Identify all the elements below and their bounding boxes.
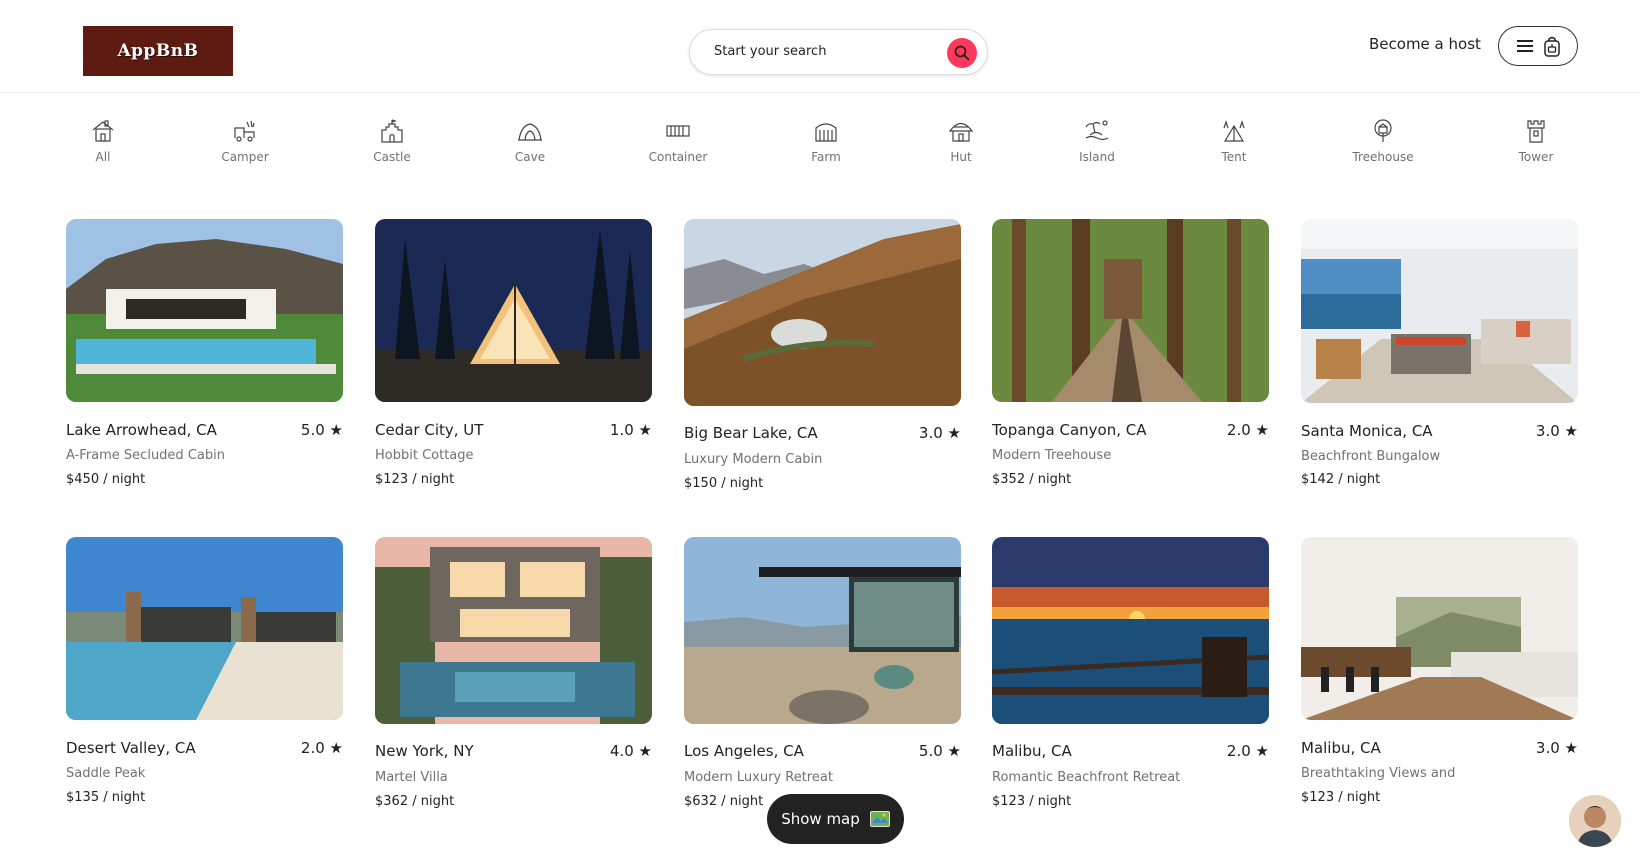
listing-title: Desert Valley, CA bbox=[66, 739, 196, 757]
listing-rating: 3.0 ★ bbox=[918, 424, 961, 442]
search-button[interactable] bbox=[947, 38, 977, 68]
search-placeholder: Start your search bbox=[714, 44, 827, 59]
listing-rating: 2.0 ★ bbox=[1226, 742, 1269, 760]
category-label: Container bbox=[648, 150, 708, 164]
category-all[interactable]: All bbox=[58, 118, 148, 164]
user-menu-button[interactable] bbox=[1498, 26, 1578, 66]
listing-title: Cedar City, UT bbox=[375, 421, 484, 439]
listing-title: Topanga Canyon, CA bbox=[992, 421, 1147, 439]
category-label: Farm bbox=[811, 150, 841, 164]
category-label: Treehouse bbox=[1352, 150, 1414, 164]
listing-price: $142 / night bbox=[1301, 472, 1381, 487]
app-logo[interactable]: AppBnB bbox=[83, 26, 233, 76]
listing-price: $135 / night bbox=[66, 790, 146, 805]
show-map-button[interactable]: Show map bbox=[767, 794, 904, 844]
listing-subtitle: Breathtaking Views and bbox=[1301, 766, 1456, 781]
listing-subtitle: Saddle Peak bbox=[66, 766, 146, 781]
category-bar: All Camper Castle Cave Container Farm Hu… bbox=[0, 118, 1640, 178]
listing-price: $123 / night bbox=[992, 794, 1072, 809]
search-icon bbox=[954, 45, 970, 61]
listing-photo[interactable] bbox=[684, 219, 961, 406]
listing-price: $150 / night bbox=[684, 476, 764, 491]
category-island[interactable]: Island bbox=[1052, 118, 1142, 164]
hut-icon bbox=[948, 122, 974, 142]
listing-price: $450 / night bbox=[66, 472, 146, 487]
category-label: Island bbox=[1079, 150, 1115, 164]
category-label: Hut bbox=[950, 150, 972, 164]
listing-photo[interactable] bbox=[1301, 537, 1578, 720]
backpack-icon bbox=[1544, 36, 1560, 57]
listing-photo[interactable] bbox=[66, 537, 343, 720]
listing-photo[interactable] bbox=[684, 537, 961, 724]
map-icon bbox=[869, 811, 890, 827]
cave-icon bbox=[518, 123, 542, 141]
listing-rating: 4.0 ★ bbox=[609, 742, 652, 760]
category-label: Camper bbox=[221, 150, 269, 164]
listing-title: Los Angeles, CA bbox=[684, 742, 804, 760]
become-host-link[interactable]: Become a host bbox=[1369, 35, 1481, 53]
category-castle[interactable]: Castle bbox=[347, 118, 437, 164]
user-avatar[interactable] bbox=[1569, 795, 1621, 847]
search-bar[interactable]: Start your search bbox=[689, 29, 988, 75]
listing-rating: 5.0 ★ bbox=[918, 742, 961, 760]
listing-price: $123 / night bbox=[375, 472, 455, 487]
listing-title: Malibu, CA bbox=[992, 742, 1072, 760]
listing-title: New York, NY bbox=[375, 742, 474, 760]
listing-price: $362 / night bbox=[375, 794, 455, 809]
listing-rating: 2.0 ★ bbox=[1226, 421, 1269, 439]
listing-rating: 3.0 ★ bbox=[1535, 422, 1578, 440]
listing-rating: 3.0 ★ bbox=[1535, 739, 1578, 757]
listing-title: Malibu, CA bbox=[1301, 739, 1381, 757]
category-label: Tent bbox=[1221, 150, 1247, 164]
listing-rating: 2.0 ★ bbox=[300, 739, 343, 757]
show-map-label: Show map bbox=[781, 810, 860, 828]
header: AppBnB Start your search Become a host bbox=[0, 0, 1640, 93]
listing-subtitle: A-Frame Secluded Cabin bbox=[66, 448, 225, 463]
listing-price: $352 / night bbox=[992, 472, 1072, 487]
listing-photo[interactable] bbox=[992, 537, 1269, 724]
category-hut[interactable]: Hut bbox=[916, 118, 1006, 164]
farm-icon bbox=[815, 123, 837, 142]
category-label: Cave bbox=[514, 150, 546, 164]
listing-rating: 1.0 ★ bbox=[609, 421, 652, 439]
listing-subtitle: Modern Treehouse bbox=[992, 448, 1112, 463]
logo-text: AppBnB bbox=[117, 41, 199, 61]
listing-subtitle: Beachfront Bungalow bbox=[1301, 449, 1441, 464]
listing-photo[interactable] bbox=[1301, 219, 1578, 403]
tower-icon bbox=[1527, 120, 1545, 143]
category-camper[interactable]: Camper bbox=[200, 118, 290, 164]
camper-icon bbox=[234, 120, 255, 142]
listing-title: Big Bear Lake, CA bbox=[684, 424, 818, 442]
house-icon bbox=[92, 120, 114, 142]
listing-subtitle: Martel Villa bbox=[375, 770, 448, 785]
listing-title: Lake Arrowhead, CA bbox=[66, 421, 217, 439]
listing-subtitle: Modern Luxury Retreat bbox=[684, 770, 833, 785]
listing-price: $123 / night bbox=[1301, 790, 1381, 805]
container-icon bbox=[666, 125, 690, 137]
listing-subtitle: Hobbit Cottage bbox=[375, 448, 474, 463]
listing-subtitle: Romantic Beachfront Retreat bbox=[992, 770, 1181, 785]
category-tower[interactable]: Tower bbox=[1491, 118, 1581, 164]
category-cave[interactable]: Cave bbox=[485, 118, 575, 164]
listing-photo[interactable] bbox=[66, 219, 343, 402]
listing-title: Santa Monica, CA bbox=[1301, 422, 1433, 440]
category-container[interactable]: Container bbox=[633, 118, 723, 164]
listing-photo[interactable] bbox=[992, 219, 1269, 402]
category-label: All bbox=[95, 150, 111, 164]
listing-rating: 5.0 ★ bbox=[300, 421, 343, 439]
listing-price: $632 / night bbox=[684, 794, 764, 809]
category-treehouse[interactable]: Treehouse bbox=[1338, 118, 1428, 164]
castle-icon bbox=[381, 119, 403, 143]
listing-photo[interactable] bbox=[375, 219, 652, 402]
category-label: Tower bbox=[1518, 150, 1554, 164]
category-farm[interactable]: Farm bbox=[781, 118, 871, 164]
category-label: Castle bbox=[373, 150, 411, 164]
listing-subtitle: Luxury Modern Cabin bbox=[684, 452, 823, 467]
island-icon bbox=[1085, 120, 1109, 141]
treehouse-icon bbox=[1374, 119, 1392, 142]
tent-icon bbox=[1223, 120, 1245, 142]
hamburger-menu-icon bbox=[1517, 40, 1533, 52]
category-tent[interactable]: Tent bbox=[1189, 118, 1279, 164]
listing-photo[interactable] bbox=[375, 537, 652, 724]
